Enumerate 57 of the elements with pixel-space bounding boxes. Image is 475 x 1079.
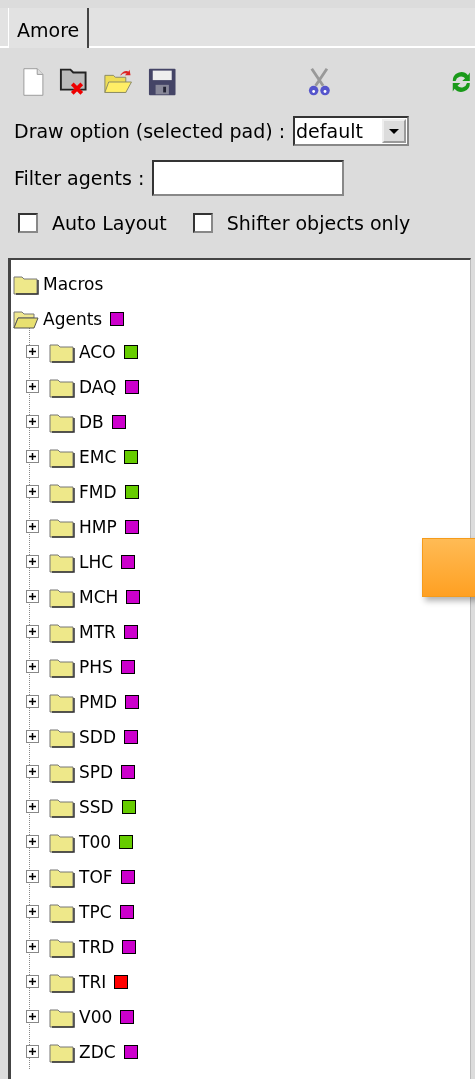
expand-icon[interactable] <box>26 1010 39 1023</box>
tree-item-label[interactable]: T00 <box>79 831 112 852</box>
draw-option-label: Draw option (selected pad) : <box>14 120 286 142</box>
expand-icon[interactable] <box>26 835 39 848</box>
expand-icon[interactable] <box>26 660 39 673</box>
tree-item-label[interactable]: DB <box>79 411 104 432</box>
tree-item-label[interactable]: SDD <box>79 726 116 747</box>
close-file-icon[interactable] <box>58 67 90 97</box>
expand-icon[interactable] <box>26 345 39 358</box>
tree-item-label[interactable]: MTR <box>79 621 116 642</box>
checkbox[interactable] <box>18 213 38 233</box>
expand-icon[interactable] <box>26 870 39 883</box>
tree-item-label[interactable]: SPD <box>79 761 114 782</box>
filter-agents-label: Filter agents : <box>14 167 145 189</box>
tree-item-label[interactable]: DAQ <box>79 376 117 397</box>
expand-icon[interactable] <box>26 730 39 743</box>
expand-icon[interactable] <box>26 940 39 953</box>
tree-item-label[interactable]: HMP <box>79 516 117 537</box>
checkbox-label[interactable]: Auto Layout <box>52 212 167 234</box>
draw-option-dropdown[interactable]: default <box>293 116 410 146</box>
expand-icon[interactable] <box>26 975 39 988</box>
tree-item-label[interactable]: PMD <box>79 691 117 712</box>
checkbox[interactable] <box>192 213 213 233</box>
tree-item-label[interactable]: TPC <box>79 901 112 922</box>
expand-icon[interactable] <box>26 1045 39 1058</box>
scissors-icon[interactable] <box>306 66 332 98</box>
tree-item-label[interactable]: EMC <box>79 446 117 467</box>
expand-icon[interactable] <box>26 905 39 918</box>
tree-item-label[interactable]: SSD <box>79 796 114 817</box>
tree-item-label[interactable]: ACO <box>79 341 116 362</box>
overlay-card <box>422 538 475 597</box>
tree-item-label[interactable]: PHS <box>79 656 113 677</box>
expand-icon[interactable] <box>26 800 39 813</box>
tree-item-label[interactable]: LHC <box>79 551 114 572</box>
checkbox-label[interactable]: Shifter objects only <box>226 212 411 234</box>
tree-item-label[interactable]: FMD <box>79 481 117 502</box>
tree-item-label[interactable]: TOF <box>79 866 113 887</box>
tree-item-label[interactable]: ZDC <box>79 1041 116 1062</box>
expand-icon[interactable] <box>26 625 39 638</box>
filter-agents-field[interactable] <box>152 160 345 196</box>
expand-icon[interactable] <box>26 765 39 778</box>
tree-item-label[interactable]: TRD <box>79 936 115 957</box>
expand-icon[interactable] <box>26 485 39 498</box>
tab[interactable]: Amore <box>8 8 90 48</box>
expand-icon[interactable] <box>26 520 39 533</box>
expand-icon[interactable] <box>26 695 39 708</box>
expand-icon[interactable] <box>26 590 39 603</box>
expand-icon[interactable] <box>26 415 39 428</box>
expand-icon[interactable] <box>26 450 39 463</box>
save-icon[interactable] <box>147 67 176 97</box>
tree-item-label[interactable]: TRI <box>79 971 107 992</box>
tree-item-label[interactable]: MCH <box>79 586 119 607</box>
tree-item-label[interactable]: Macros <box>43 273 104 294</box>
tree-item-label[interactable]: Agents <box>43 308 103 329</box>
tree-item-label[interactable]: V00 <box>79 1006 113 1027</box>
expand-icon[interactable] <box>26 555 39 568</box>
expand-icon[interactable] <box>26 380 39 393</box>
